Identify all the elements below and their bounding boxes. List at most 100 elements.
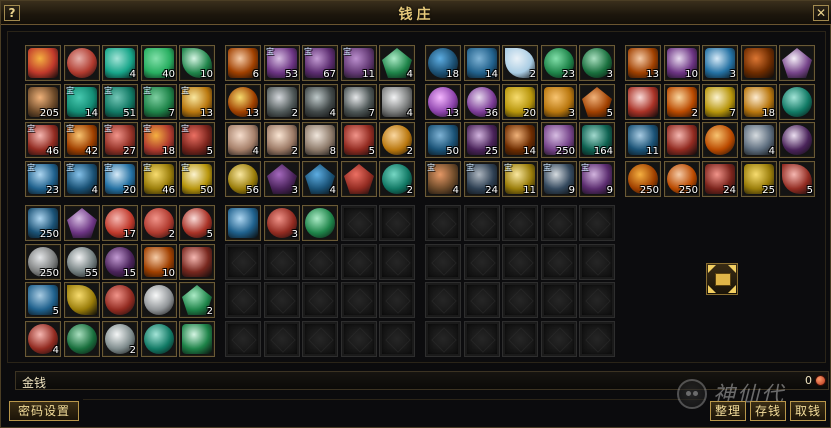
- item-slot[interactable]: 宝 13: [179, 84, 215, 120]
- item-slot[interactable]: 2: [179, 282, 215, 318]
- item-slot[interactable]: 13: [425, 84, 461, 120]
- item-slot[interactable]: 25: [741, 161, 777, 197]
- item-slot[interactable]: [225, 205, 261, 241]
- item-slot[interactable]: 宝5: [179, 122, 215, 158]
- item-slot[interactable]: 8: [302, 122, 338, 158]
- empty-slot[interactable]: [379, 205, 415, 241]
- item-slot[interactable]: 宝 24: [464, 161, 500, 197]
- item-slot[interactable]: 250: [25, 244, 61, 280]
- item-slot[interactable]: 56: [225, 161, 261, 197]
- item-slot[interactable]: [625, 84, 661, 120]
- empty-slot[interactable]: [541, 321, 577, 357]
- item-slot[interactable]: 250: [664, 161, 700, 197]
- item-slot[interactable]: [25, 45, 61, 81]
- item-slot[interactable]: [179, 321, 215, 357]
- item-slot[interactable]: 164: [579, 122, 615, 158]
- item-slot[interactable]: 18: [741, 84, 777, 120]
- item-slot[interactable]: 205: [25, 84, 61, 120]
- item-slot[interactable]: 宝 42: [64, 122, 100, 158]
- empty-slot[interactable]: [502, 282, 538, 318]
- empty-slot[interactable]: [502, 244, 538, 280]
- empty-slot[interactable]: [379, 244, 415, 280]
- item-slot[interactable]: [741, 45, 777, 81]
- item-slot[interactable]: [302, 205, 338, 241]
- item-slot[interactable]: 宝9: [579, 161, 615, 197]
- empty-slot[interactable]: [302, 282, 338, 318]
- empty-slot[interactable]: [579, 244, 615, 280]
- item-slot[interactable]: 3: [264, 205, 300, 241]
- item-slot[interactable]: 10: [179, 45, 215, 81]
- item-slot[interactable]: 宝 18: [141, 122, 177, 158]
- item-slot[interactable]: 宝 53: [264, 45, 300, 81]
- item-slot[interactable]: 2: [264, 122, 300, 158]
- item-slot[interactable]: 13: [225, 84, 261, 120]
- item-slot[interactable]: [141, 282, 177, 318]
- item-slot[interactable]: [179, 244, 215, 280]
- item-slot[interactable]: 2: [379, 122, 415, 158]
- empty-slot[interactable]: [541, 282, 577, 318]
- item-slot[interactable]: 50: [425, 122, 461, 158]
- item-slot[interactable]: [64, 45, 100, 81]
- item-slot[interactable]: 7: [341, 84, 377, 120]
- item-slot[interactable]: 4: [741, 122, 777, 158]
- item-slot[interactable]: [64, 282, 100, 318]
- empty-slot[interactable]: [464, 205, 500, 241]
- item-slot[interactable]: 宝7: [141, 84, 177, 120]
- empty-slot[interactable]: [379, 321, 415, 357]
- item-slot[interactable]: [141, 321, 177, 357]
- item-slot[interactable]: 2: [141, 205, 177, 241]
- close-icon[interactable]: ✕: [813, 5, 829, 21]
- deposit-money-button[interactable]: 存钱: [750, 401, 786, 421]
- item-slot[interactable]: 2: [664, 84, 700, 120]
- item-slot[interactable]: 250: [625, 161, 661, 197]
- item-slot[interactable]: 4: [379, 84, 415, 120]
- item-slot[interactable]: 40: [141, 45, 177, 81]
- item-slot[interactable]: 宝4: [64, 161, 100, 197]
- password-settings-button[interactable]: 密码设置: [9, 401, 79, 421]
- empty-slot[interactable]: [341, 282, 377, 318]
- item-slot[interactable]: 23: [541, 45, 577, 81]
- item-slot[interactable]: 250: [25, 205, 61, 241]
- empty-slot[interactable]: [502, 205, 538, 241]
- item-slot[interactable]: 4: [379, 45, 415, 81]
- item-slot[interactable]: 24: [702, 161, 738, 197]
- item-slot[interactable]: 宝4: [425, 161, 461, 197]
- item-slot[interactable]: 18: [425, 45, 461, 81]
- empty-slot[interactable]: [502, 321, 538, 357]
- item-slot[interactable]: 宝 50: [179, 161, 215, 197]
- item-slot[interactable]: 36: [464, 84, 500, 120]
- item-slot[interactable]: 4: [25, 321, 61, 357]
- item-slot[interactable]: [64, 321, 100, 357]
- empty-slot[interactable]: [225, 282, 261, 318]
- empty-slot[interactable]: [264, 321, 300, 357]
- item-slot[interactable]: [102, 282, 138, 318]
- empty-slot[interactable]: [341, 205, 377, 241]
- item-slot[interactable]: 3: [579, 45, 615, 81]
- empty-slot[interactable]: [341, 244, 377, 280]
- item-slot[interactable]: 宝 27: [102, 122, 138, 158]
- empty-slot[interactable]: [302, 321, 338, 357]
- item-slot[interactable]: 宝9: [541, 161, 577, 197]
- item-slot[interactable]: [341, 161, 377, 197]
- item-slot[interactable]: [779, 84, 815, 120]
- item-slot[interactable]: 宝 20: [102, 161, 138, 197]
- item-slot[interactable]: [664, 122, 700, 158]
- item-slot[interactable]: 2: [102, 321, 138, 357]
- item-slot[interactable]: 4: [302, 84, 338, 120]
- item-slot[interactable]: 10: [141, 244, 177, 280]
- item-slot[interactable]: 宝 67: [302, 45, 338, 81]
- sort-button[interactable]: 整理: [710, 401, 746, 421]
- item-slot[interactable]: 4: [225, 122, 261, 158]
- item-slot[interactable]: 15: [102, 244, 138, 280]
- empty-slot[interactable]: [264, 244, 300, 280]
- item-slot[interactable]: 3: [264, 161, 300, 197]
- item-slot[interactable]: 4: [302, 161, 338, 197]
- empty-slot[interactable]: [425, 244, 461, 280]
- item-slot[interactable]: 20: [502, 84, 538, 120]
- item-slot[interactable]: 5: [179, 205, 215, 241]
- empty-slot[interactable]: [425, 282, 461, 318]
- item-slot[interactable]: 宝 14: [64, 84, 100, 120]
- empty-slot[interactable]: [464, 282, 500, 318]
- item-slot[interactable]: 2: [379, 161, 415, 197]
- empty-slot[interactable]: [425, 205, 461, 241]
